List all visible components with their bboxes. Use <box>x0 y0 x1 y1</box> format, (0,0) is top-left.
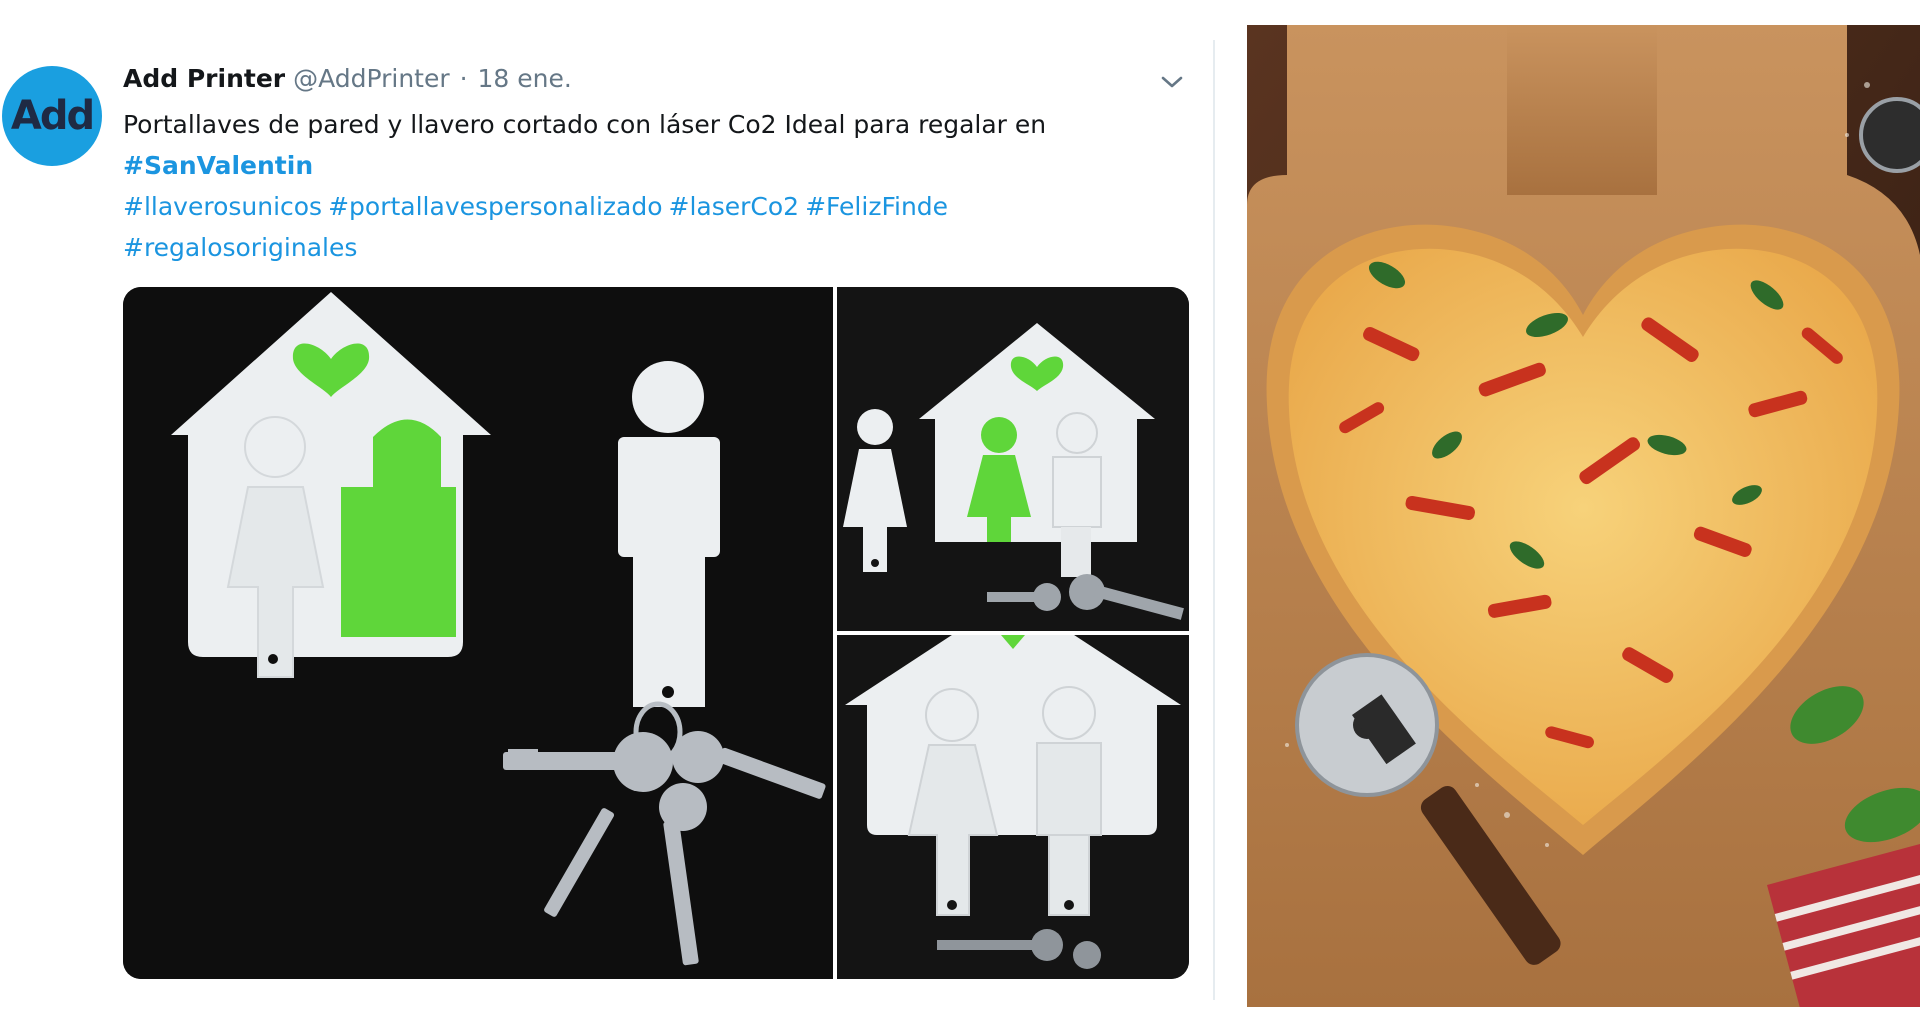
hashtag-link[interactable]: #laserCo2 <box>669 192 800 221</box>
heart-pizza-illustration <box>1247 25 1920 1007</box>
tweet-date[interactable]: 18 ene. <box>478 64 572 93</box>
hashtag-link[interactable]: #SanValentin <box>123 151 313 180</box>
hashtag-link[interactable]: #llaverosunicos <box>123 192 322 221</box>
separator-dot: · <box>459 64 468 93</box>
hashtag-link[interactable]: #FelizFinde <box>805 192 948 221</box>
tweet-header: Add Printer @AddPrinter · 18 ene. <box>123 64 572 93</box>
author-name[interactable]: Add Printer <box>123 64 285 93</box>
keyholder-small-illustration <box>837 287 1189 631</box>
photo-keyholder-bottom[interactable] <box>837 635 1189 979</box>
keyholder-illustration <box>123 287 833 979</box>
panel-divider <box>1213 40 1215 1000</box>
avatar[interactable]: Add <box>2 66 102 166</box>
photo-keyholder-main[interactable] <box>123 287 833 979</box>
tweet-text-line: Portallaves de pared y llavero cortado c… <box>123 110 1047 139</box>
hashtag-link[interactable]: #portallavespersonalizado <box>328 192 662 221</box>
chevron-down-icon[interactable] <box>1160 70 1184 94</box>
pizza-heart-photo <box>1247 25 1920 1007</box>
keyholder-couple-illustration <box>837 635 1189 979</box>
tweet-text: Portallaves de pared y llavero cortado c… <box>123 104 1123 268</box>
author-handle[interactable]: @AddPrinter <box>293 64 450 93</box>
avatar-logo: Add <box>10 93 95 139</box>
hashtag-link[interactable]: #regalosoriginales <box>123 233 357 262</box>
tweet-media-grid <box>123 287 1189 979</box>
tweet-card: Add Add Printer @AddPrinter · 18 ene. Po… <box>0 0 1215 1032</box>
photo-keyholder-top[interactable] <box>837 287 1189 631</box>
